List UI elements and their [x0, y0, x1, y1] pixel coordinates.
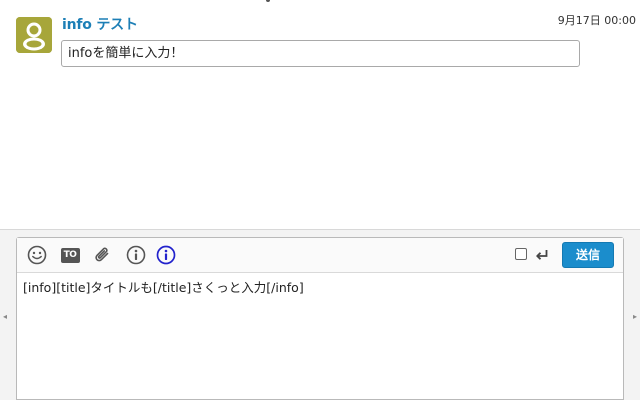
message-timestamp: 9月17日 00:00: [557, 14, 636, 27]
enter-key-icon: [534, 244, 550, 266]
to-label: TO: [60, 247, 80, 263]
info-icon[interactable]: [125, 244, 147, 266]
info-message-text: infoを簡単に入力！: [68, 46, 184, 61]
emoji-icon[interactable]: [26, 244, 48, 266]
to-icon[interactable]: TO: [59, 244, 81, 266]
top-indicator: [266, 0, 270, 2]
message-composer: TO 送信 [info][title]タイトルも[/title]さくっと入力[/…: [16, 237, 624, 400]
message-input[interactable]: [info][title]タイトルも[/title]さくっと入力[/info]: [23, 280, 613, 296]
sender-name[interactable]: info テスト: [62, 14, 138, 34]
info-message-box: infoを簡単に入力！: [61, 40, 580, 67]
enter-send-checkbox[interactable]: [515, 248, 527, 260]
user-avatar-icon[interactable]: [16, 17, 52, 53]
send-button[interactable]: 送信: [562, 242, 614, 268]
scroll-left-icon[interactable]: ◂: [3, 312, 7, 322]
chat-timeline: info テスト 9月17日 00:00 infoを簡単に入力！: [0, 0, 640, 229]
attachment-icon[interactable]: [92, 244, 114, 266]
info-active-icon[interactable]: [155, 244, 177, 266]
scroll-right-icon[interactable]: ▸: [633, 312, 637, 322]
composer-toolbar: TO 送信: [17, 238, 623, 273]
